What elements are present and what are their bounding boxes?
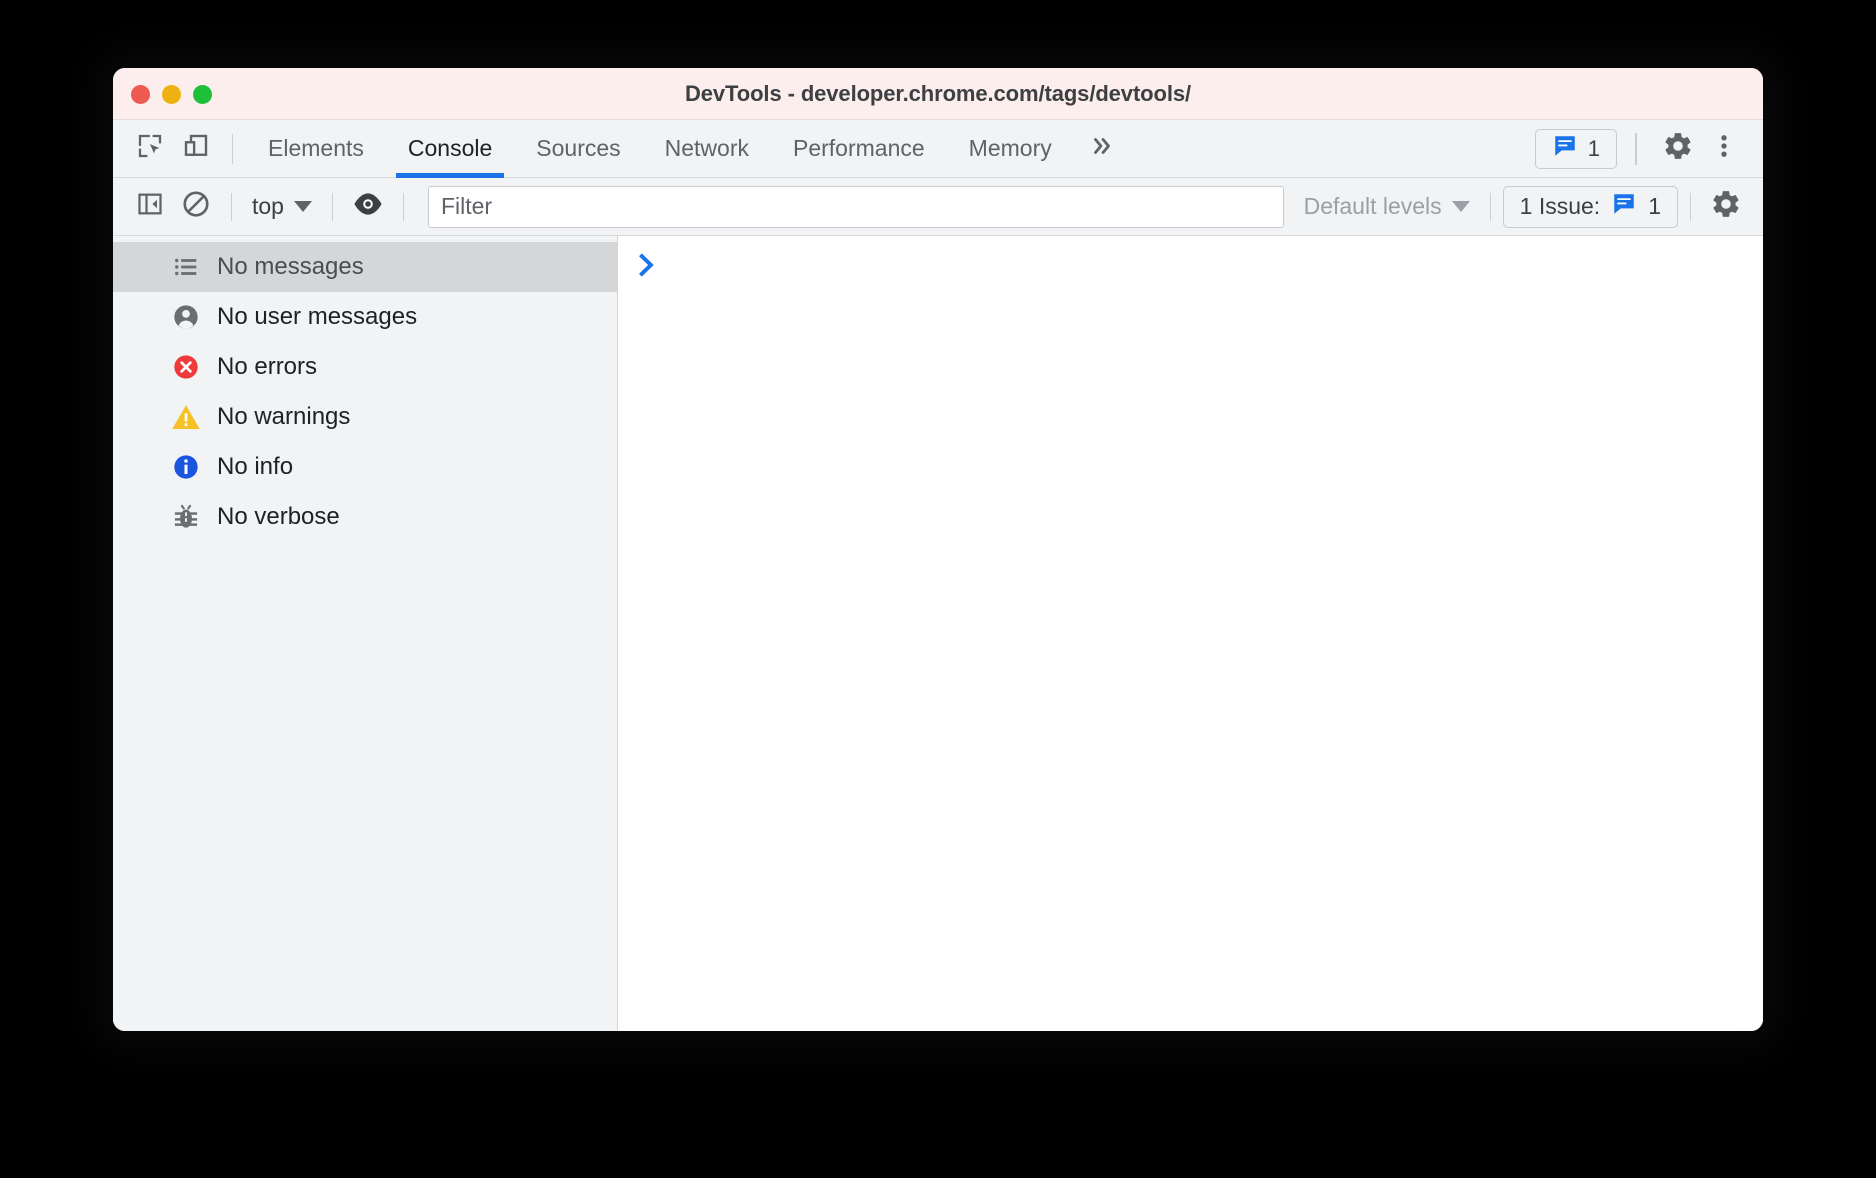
window-title: DevTools - developer.chrome.com/tags/dev…: [113, 81, 1763, 107]
tab-network-label: Network: [665, 135, 749, 162]
minimize-button[interactable]: [162, 85, 181, 104]
sidebar-item-messages[interactable]: No messages: [113, 242, 617, 292]
chevron-down-icon: [1452, 201, 1470, 212]
console-body: No messages No user messages: [113, 236, 1763, 1031]
issue-count-label: 1 Issue:: [1520, 193, 1601, 220]
console-sidebar: No messages No user messages: [113, 236, 618, 1031]
tabbar-divider: [232, 134, 233, 164]
panel-tabs: Elements Console Sources Network Perform…: [246, 120, 1074, 178]
clear-console-button[interactable]: [173, 184, 219, 230]
tab-console[interactable]: Console: [386, 120, 514, 178]
sidebar-item-label: No user messages: [217, 303, 417, 331]
clear-console-icon: [181, 189, 211, 224]
console-prompt-chevron-icon: [636, 252, 658, 282]
issues-message-icon: [1611, 191, 1637, 223]
inspect-element-icon: [135, 131, 165, 166]
context-label: top: [252, 193, 284, 220]
device-toolbar-button[interactable]: [173, 126, 219, 172]
tab-sources[interactable]: Sources: [514, 120, 642, 178]
console-prompt-row[interactable]: [618, 236, 1763, 282]
more-tabs-button[interactable]: [1074, 120, 1130, 178]
tabbar-right-divider: [1635, 133, 1637, 165]
issues-counter-button[interactable]: 1 Issue: 1: [1503, 186, 1678, 228]
console-sidebar-toggle-button[interactable]: [127, 184, 173, 230]
tab-network[interactable]: Network: [643, 120, 771, 178]
issues-count: 1: [1588, 136, 1600, 162]
sidebar-item-label: No info: [217, 453, 293, 481]
list-icon: [171, 252, 201, 282]
live-expressions-eye-icon: [352, 190, 384, 223]
sidebar-item-info[interactable]: No info: [113, 442, 617, 492]
show-console-sidebar-icon: [136, 190, 164, 223]
close-button[interactable]: [131, 85, 150, 104]
javascript-context-selector[interactable]: top: [244, 189, 320, 224]
bug-icon: [171, 502, 201, 532]
console-settings-button[interactable]: [1703, 184, 1749, 230]
devtools-settings-button[interactable]: [1655, 126, 1701, 172]
device-toolbar-icon: [181, 131, 211, 166]
tab-elements[interactable]: Elements: [246, 120, 386, 178]
tab-console-label: Console: [408, 135, 492, 162]
tab-sources-label: Sources: [536, 135, 620, 162]
tab-elements-label: Elements: [268, 135, 364, 162]
sidebar-item-warnings[interactable]: No warnings: [113, 392, 617, 442]
toolbar-divider-2: [332, 193, 333, 221]
issues-message-icon: [1552, 133, 1578, 165]
console-settings-gear-icon: [1710, 188, 1742, 225]
log-levels-selector[interactable]: Default levels: [1296, 189, 1478, 224]
toolbar-divider-3: [403, 193, 404, 221]
window-titlebar: DevTools - developer.chrome.com/tags/dev…: [113, 68, 1763, 120]
devtools-tabbar: Elements Console Sources Network Perform…: [113, 120, 1763, 178]
toolbar-divider-1: [231, 193, 232, 221]
sidebar-item-label: No errors: [217, 353, 317, 381]
sidebar-item-user-messages[interactable]: No user messages: [113, 292, 617, 342]
sidebar-item-verbose[interactable]: No verbose: [113, 492, 617, 542]
console-output-pane[interactable]: [618, 236, 1763, 1031]
tab-performance[interactable]: Performance: [771, 120, 947, 178]
sidebar-item-label: No messages: [217, 253, 364, 281]
sidebar-item-label: No warnings: [217, 403, 350, 431]
devtools-window: DevTools - developer.chrome.com/tags/dev…: [113, 68, 1763, 1031]
chevron-down-icon: [294, 201, 312, 212]
screen: DevTools - developer.chrome.com/tags/dev…: [0, 0, 1876, 1178]
warning-icon: [171, 402, 201, 432]
chevron-double-right-icon: [1087, 133, 1117, 164]
gear-icon: [1662, 130, 1694, 167]
live-expressions-button[interactable]: [345, 184, 391, 230]
maximize-button[interactable]: [193, 85, 212, 104]
tab-performance-label: Performance: [793, 135, 925, 162]
error-icon: [171, 352, 201, 382]
devtools-more-options-button[interactable]: [1701, 126, 1747, 172]
tab-memory-label: Memory: [969, 135, 1052, 162]
traffic-light-controls: [131, 68, 212, 120]
issues-badge-button[interactable]: 1: [1535, 129, 1617, 169]
tabbar-right-controls: 1: [1535, 126, 1763, 172]
tab-memory[interactable]: Memory: [947, 120, 1074, 178]
sidebar-item-label: No verbose: [217, 503, 340, 531]
console-toolbar: top Default levels: [113, 178, 1763, 236]
info-icon: [171, 452, 201, 482]
toolbar-divider-5: [1690, 193, 1691, 221]
user-icon: [171, 302, 201, 332]
inspect-element-button[interactable]: [127, 126, 173, 172]
sidebar-item-errors[interactable]: No errors: [113, 342, 617, 392]
issue-count-value: 1: [1648, 193, 1661, 220]
log-levels-label: Default levels: [1304, 193, 1442, 220]
three-dots-vertical-icon: [1710, 130, 1738, 167]
toolbar-divider-4: [1490, 193, 1491, 221]
filter-input[interactable]: [428, 186, 1284, 228]
